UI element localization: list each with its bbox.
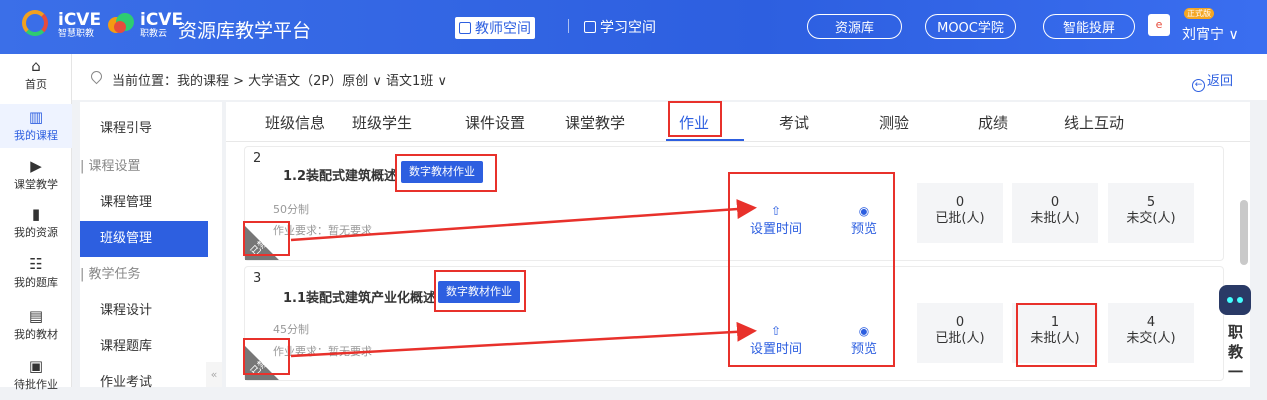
subnav-group-course-settings: | 课程设置	[80, 159, 141, 174]
grading-icon: ▣	[28, 357, 44, 375]
tab-exam[interactable]: 考试	[779, 112, 809, 133]
subnav-course-design[interactable]: 课程设计	[80, 294, 208, 328]
set-time-button[interactable]: ⇧ 设置时间	[750, 204, 802, 238]
smart-cast-button[interactable]: 智能投屏	[1043, 14, 1135, 39]
subnav-course-question-bank[interactable]: 课程题库	[80, 330, 208, 364]
location-icon	[88, 68, 105, 85]
back-icon: ←	[1191, 79, 1205, 92]
homework-card: 2 1.2装配式建筑概述 数字教材作业 50分制 作业要求：暂无要求 已禁用 ⇧…	[244, 146, 1224, 261]
subnav-class-management[interactable]: 班级管理	[80, 221, 208, 257]
disabled-ribbon: 已禁用	[245, 332, 293, 380]
digital-textbook-tag: 数字教材作业	[401, 161, 483, 183]
teacher-space-tab[interactable]: 教师空间	[455, 17, 535, 39]
user-menu[interactable]: 刘宵宁 ∨	[1182, 24, 1239, 44]
homework-card: 3 1.1装配式建筑产业化概述 数字教材作业 45分制 作业要求：暂无要求 已禁…	[244, 266, 1224, 381]
subnav-course-guide[interactable]: 课程引导	[80, 112, 208, 146]
book-icon: ▥	[28, 108, 44, 126]
questions-icon: ☷	[29, 255, 43, 273]
tab-class-students[interactable]: 班级学生	[352, 112, 412, 133]
subnav-group-teaching-tasks: | 教学任务	[80, 267, 141, 282]
ungraded-count: 1 未批(人)	[1012, 303, 1098, 363]
brand-icve-cloud: iCVE 职教云	[140, 10, 184, 40]
collapse-sidebar-button[interactable]: «	[206, 362, 222, 387]
eye-icon: ◉	[858, 324, 870, 338]
teacher-icon	[459, 22, 471, 34]
subnav-homework-exams[interactable]: 作业考试	[80, 366, 208, 400]
upload-icon: ⇧	[770, 324, 782, 338]
card-number: 2	[253, 151, 262, 166]
unsubmitted-count: 5 未交(人)	[1108, 183, 1194, 243]
bars-icon: ▮	[31, 205, 41, 223]
tab-courseware[interactable]: 课件设置	[465, 112, 525, 133]
study-icon	[584, 21, 596, 33]
nav-my-courses[interactable]: ▥ 我的课程	[0, 104, 72, 148]
nav-my-resources[interactable]: ▮ 我的资源	[0, 206, 72, 240]
tab-class-teaching[interactable]: 课堂教学	[565, 112, 625, 133]
play-icon: ▶	[30, 157, 42, 175]
graded-count: 0 已批(人)	[917, 183, 1003, 243]
breadcrumb-text[interactable]: 当前位置：我的课程 > 大学语文（2P）原创 ∨ 语文1班 ∨	[112, 70, 447, 89]
assistant-robot-icon[interactable]	[1219, 285, 1251, 315]
card-number: 3	[253, 271, 262, 286]
brand-icve: iCVE 智慧职教	[58, 10, 102, 40]
back-link[interactable]: ← 返回	[1191, 70, 1233, 92]
nav-class-teaching[interactable]: ▶ 课堂教学	[0, 158, 72, 192]
subnav-course-management[interactable]: 课程管理	[80, 186, 208, 220]
homework-title[interactable]: 1.1装配式建筑产业化概述	[283, 287, 436, 306]
homework-title[interactable]: 1.2装配式建筑概述	[283, 165, 397, 184]
tab-class-info[interactable]: 班级信息	[265, 112, 325, 133]
preview-button[interactable]: ◉ 预览	[851, 204, 877, 238]
upload-icon: ⇧	[770, 204, 782, 218]
active-tab-indicator	[666, 139, 744, 141]
nav-question-bank[interactable]: ☷ 我的题库	[0, 256, 72, 290]
edition-badge: 正式版	[1184, 8, 1214, 19]
nav-textbooks[interactable]: ▤ 我的教材	[0, 308, 72, 342]
preview-button[interactable]: ◉ 预览	[851, 324, 877, 358]
ungraded-count: 0 未批(人)	[1012, 183, 1098, 243]
left-nav: ⌂ 首页 ▥ 我的课程 ▶ 课堂教学 ▮ 我的资源 ☷ 我的题库 ▤ 我的教材 ▣ 待批作业	[0, 54, 72, 391]
digital-textbook-tag: 数字教材作业	[438, 281, 520, 303]
graded-count: 0 已批(人)	[917, 303, 1003, 363]
unsubmitted-count: 4 未交(人)	[1108, 303, 1194, 363]
avatar[interactable]: e	[1148, 14, 1170, 36]
tab-online-interaction[interactable]: 线上互动	[1064, 112, 1124, 133]
cloud-logo-icon	[106, 12, 136, 34]
platform-title: 资源库教学平台	[178, 20, 312, 42]
nav-home[interactable]: ⌂ 首页	[0, 58, 72, 92]
icve-logo-icon	[22, 10, 48, 36]
textbook-icon: ▤	[28, 307, 44, 325]
tab-scores[interactable]: 成绩	[978, 112, 1008, 133]
tab-homework[interactable]: 作业	[679, 112, 709, 133]
set-time-button[interactable]: ⇧ 设置时间	[750, 324, 802, 358]
tab-quiz[interactable]: 测验	[879, 112, 909, 133]
nav-divider	[568, 19, 569, 33]
mooc-button[interactable]: MOOC学院	[925, 14, 1016, 39]
sub-nav: 课程引导 | 课程设置 课程管理 班级管理 | 教学任务 课程设计 课程题库 作…	[80, 102, 222, 390]
top-bar: iCVE 智慧职教 iCVE 职教云 资源库教学平台 教师空间 学习空间 资源库 M…	[0, 0, 1267, 54]
resource-lib-button[interactable]: 资源库	[807, 14, 902, 39]
eye-icon: ◉	[858, 204, 870, 218]
assistant-label[interactable]: 职教一	[1228, 322, 1246, 382]
study-space-tab[interactable]: 学习空间	[584, 17, 656, 37]
tab-bar: 班级信息 班级学生 课件设置 课堂教学 作业 考试 测验 成绩 线上互动	[226, 102, 1250, 142]
home-icon: ⌂	[31, 57, 41, 75]
scrollbar[interactable]	[1240, 200, 1248, 265]
breadcrumb: 当前位置：我的课程 > 大学语文（2P）原创 ∨ 语文1班 ∨ ← 返回	[72, 54, 1267, 100]
disabled-ribbon: 已禁用	[245, 212, 293, 260]
